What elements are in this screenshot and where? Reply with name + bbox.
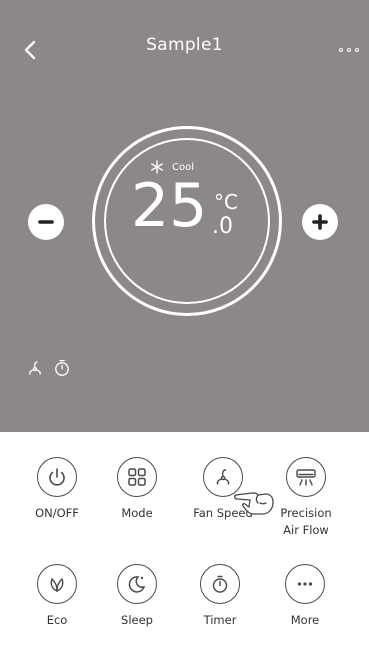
thermostat-panel: Sample1 Cool 25 °C .0 (0, 0, 369, 432)
sleep-button[interactable]: Sleep (97, 564, 177, 629)
precision-air-flow-label: Precision Air Flow (280, 506, 332, 537)
decrease-temperature-button[interactable] (28, 204, 64, 240)
timer-icon (200, 564, 240, 604)
timer-label: Timer (203, 613, 237, 627)
temperature-unit: °C (214, 190, 238, 214)
air-flow-icon (286, 457, 326, 497)
eco-label: Eco (46, 613, 68, 627)
pointing-hand-icon (234, 492, 274, 515)
leaf-icon (37, 564, 77, 604)
on-off-button[interactable]: ON/OFF (17, 457, 97, 522)
plus-icon (312, 214, 328, 230)
more-dots-icon[interactable] (339, 46, 359, 54)
page-title: Sample1 (146, 35, 223, 55)
fan-icon (29, 361, 41, 375)
timer-icon (55, 359, 69, 376)
sleep-label: Sleep (121, 613, 153, 627)
mode-button[interactable]: Mode (97, 457, 177, 522)
on-off-label: ON/OFF (35, 506, 79, 520)
mode-button-label: Mode (121, 506, 153, 520)
mode-grid-icon (117, 457, 157, 497)
power-icon (37, 457, 77, 497)
temperature-decimal: .0 (212, 214, 233, 239)
eco-button[interactable]: Eco (17, 564, 97, 629)
more-button[interactable]: More (265, 564, 345, 629)
ellipsis-icon (285, 564, 325, 604)
increase-temperature-button[interactable] (302, 204, 338, 240)
moon-icon (117, 564, 157, 604)
temperature-value: 25 (131, 171, 208, 241)
timer-button[interactable]: Timer (180, 564, 260, 629)
precision-air-flow-button[interactable]: Precision Air Flow (266, 457, 346, 539)
more-label: More (290, 613, 320, 627)
status-icons (26, 359, 70, 377)
minus-icon (38, 220, 54, 224)
